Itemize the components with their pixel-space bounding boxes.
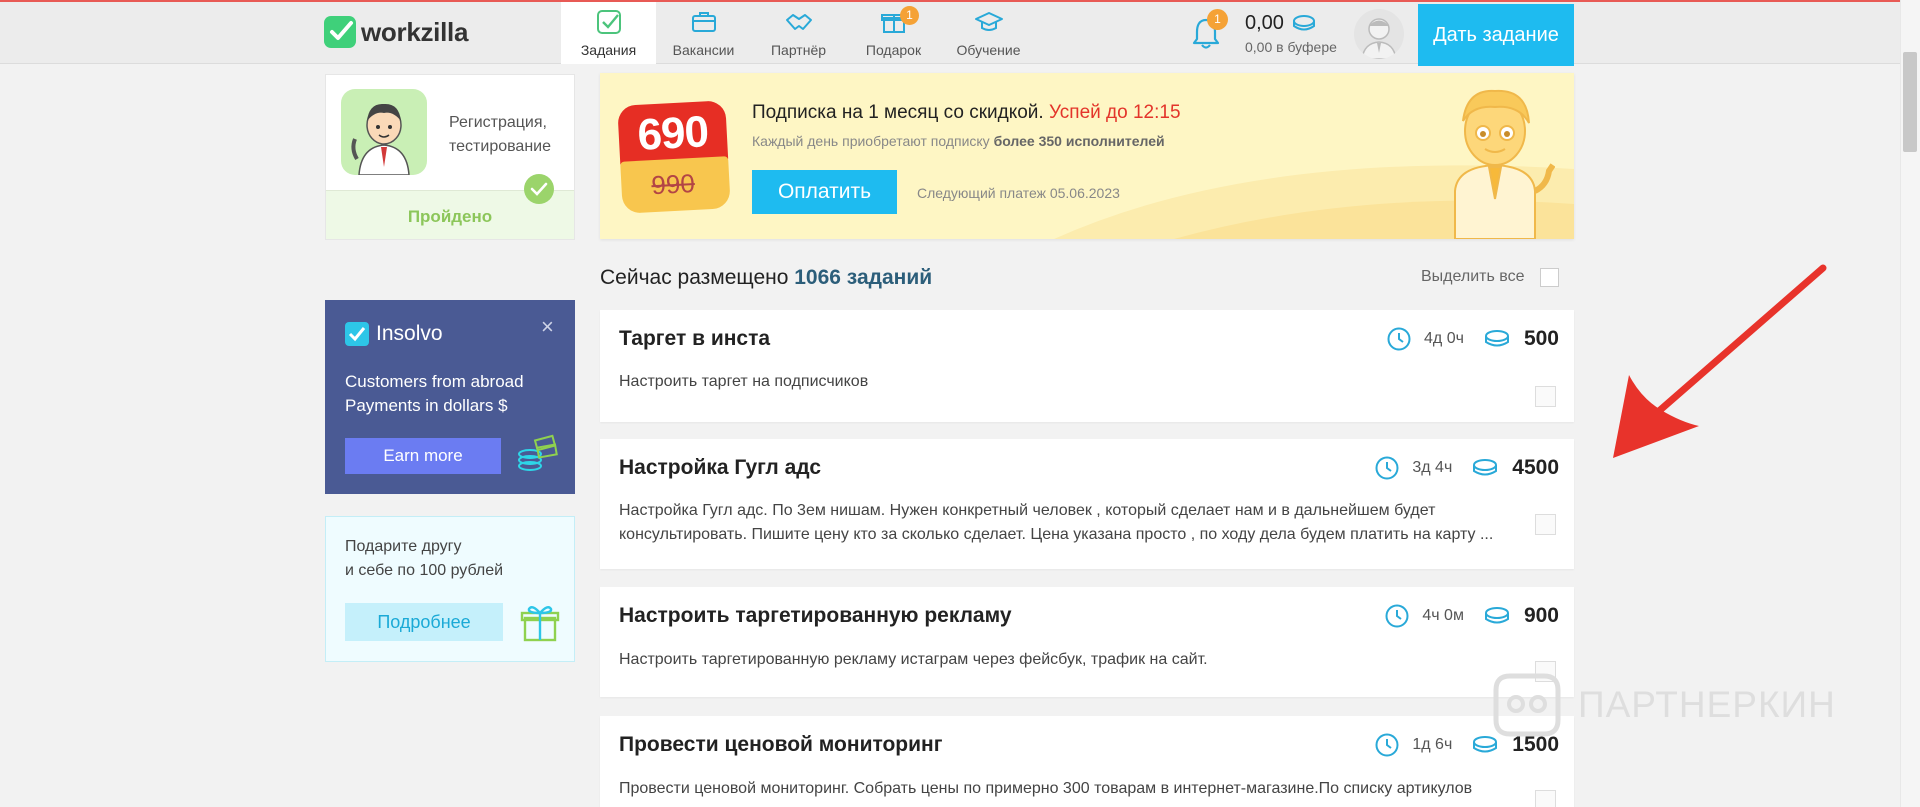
price-new: 690 bbox=[636, 107, 710, 160]
coins-icon bbox=[1484, 330, 1509, 347]
nav-learning[interactable]: Обучение bbox=[941, 2, 1036, 64]
coins-icon bbox=[1484, 607, 1509, 624]
watermark-text: ПАРТНЕРКИН bbox=[1578, 684, 1836, 725]
task-checkbox[interactable] bbox=[1535, 514, 1556, 535]
select-all-label[interactable]: Выделить все bbox=[1421, 268, 1524, 286]
tasks-count-value: 1066 заданий bbox=[794, 266, 933, 289]
nav-learning-label: Обучение bbox=[956, 42, 1021, 58]
clock-icon bbox=[1385, 604, 1409, 628]
task-price: 900 bbox=[1523, 604, 1559, 627]
header: workzilla Задания Вакансии Партнёр 1 Под… bbox=[0, 2, 1900, 66]
task-description: Настройка Гугл адс. По 3ем нишам. Нужен … bbox=[619, 502, 1494, 543]
give-task-button[interactable]: Дать задание bbox=[1418, 4, 1574, 66]
insolvo-check-icon bbox=[345, 322, 369, 346]
watermark-logo-icon bbox=[1493, 673, 1561, 737]
handshake-icon bbox=[785, 14, 812, 30]
nav-tasks[interactable]: Задания bbox=[561, 2, 656, 64]
gift-line1: Подарите другу bbox=[345, 538, 462, 555]
select-all-checkbox[interactable] bbox=[1540, 268, 1559, 287]
user-avatar[interactable] bbox=[1354, 9, 1404, 59]
check-icon bbox=[524, 174, 554, 204]
registration-card: Регистрация, тестирование Пройдено bbox=[325, 74, 575, 240]
scrollbar-thumb[interactable] bbox=[1903, 52, 1917, 152]
task-time: 4ч 0м bbox=[1422, 607, 1464, 624]
logo-check-icon bbox=[324, 16, 356, 48]
promo-deadline: Успей до 12:15 bbox=[1048, 102, 1181, 123]
nav-gift[interactable]: 1 Подарок bbox=[846, 2, 941, 64]
balance[interactable]: 0,00 0,00 в буфере bbox=[1245, 12, 1337, 55]
task-title[interactable]: Настройка Гугл адс bbox=[619, 456, 821, 480]
coins-icon bbox=[1292, 14, 1315, 30]
insolvo-line2: Payments in dollars $ bbox=[345, 396, 508, 415]
task-price: 4500 bbox=[1512, 456, 1559, 479]
task-card[interactable]: Таргет в инста 4д 0ч 500 Настроить тарге… bbox=[600, 310, 1574, 422]
task-time: 4д 0ч bbox=[1424, 330, 1464, 347]
task-time: 1д 6ч bbox=[1412, 736, 1453, 753]
nav-partner-label: Партнёр bbox=[770, 42, 827, 58]
coin-stack-icon bbox=[518, 434, 558, 471]
task-title[interactable]: Таргет в инста bbox=[619, 327, 770, 351]
tasks-icon bbox=[596, 10, 621, 34]
clock-icon bbox=[1375, 456, 1399, 480]
briefcase-icon bbox=[691, 12, 716, 32]
task-card[interactable]: Настроить таргетированную рекламу 4ч 0м … bbox=[600, 587, 1574, 697]
registration-line1: Регистрация, bbox=[449, 114, 547, 131]
clock-icon bbox=[1387, 327, 1411, 351]
annotation-arrow-icon bbox=[1613, 264, 1827, 458]
earn-more-button[interactable]: Earn more bbox=[345, 438, 501, 474]
nav-tasks-label: Задания bbox=[580, 42, 637, 58]
tasks-count-prefix: Сейчас размещено bbox=[600, 266, 789, 289]
task-card[interactable]: Настройка Гугл адс 3д 4ч 4500 Настройка … bbox=[600, 439, 1574, 569]
tasks-count: Сейчас размещено 1066 заданий bbox=[600, 266, 932, 290]
invite-friend-card: Подарите другу и себе по 100 рублей Подр… bbox=[325, 516, 575, 662]
task-title[interactable]: Провести ценовой мониторинг bbox=[619, 733, 942, 757]
nav-partner[interactable]: Партнёр bbox=[751, 2, 846, 64]
balance-buffer: 0,00 в буфере bbox=[1245, 39, 1337, 55]
promo-subtitle-text: Каждый день приобретают подписку bbox=[752, 133, 990, 149]
details-button[interactable]: Подробнее bbox=[345, 603, 503, 641]
watermark: ПАРТНЕРКИН bbox=[1490, 670, 1836, 740]
nav-vacancies-label: Вакансии bbox=[672, 42, 735, 58]
task-checkbox[interactable] bbox=[1535, 790, 1556, 807]
logo-text: workzilla bbox=[361, 16, 469, 47]
next-payment-date: Следующий платеж 05.06.2023 bbox=[917, 185, 1120, 201]
task-description: Настроить таргетированную рекламу истагр… bbox=[619, 651, 1208, 668]
close-icon[interactable]: × bbox=[541, 314, 554, 340]
price-tag: 690 990 bbox=[617, 100, 731, 214]
gift-box-icon bbox=[520, 606, 560, 642]
subscription-banner: 690 990 Подписка на 1 месяц со скидкой. … bbox=[600, 73, 1574, 239]
promo-title-text: Подписка на 1 месяц со скидкой. bbox=[752, 102, 1044, 123]
task-title[interactable]: Настроить таргетированную рекламу bbox=[619, 604, 1012, 628]
main-nav: Задания Вакансии Партнёр 1 Подарок Обуче… bbox=[561, 2, 1036, 64]
task-time: 3д 4ч bbox=[1412, 459, 1453, 476]
task-card[interactable]: Провести ценовой мониторинг 1д 6ч 1500 П… bbox=[600, 716, 1574, 807]
registration-line2: тестирование bbox=[449, 138, 551, 155]
promo-title: Подписка на 1 месяц со скидкой. Успей до… bbox=[752, 102, 1181, 124]
balance-amount: 0,00 bbox=[1245, 12, 1284, 34]
notification-badge: 1 bbox=[1207, 9, 1228, 30]
graduation-cap-icon bbox=[974, 12, 1003, 31]
insolvo-logo: Insolvo bbox=[345, 322, 443, 346]
coins-icon bbox=[1473, 459, 1498, 476]
task-description: Настроить таргет на подписчиков bbox=[619, 373, 869, 390]
pay-button[interactable]: Оплатить bbox=[752, 170, 897, 214]
insolvo-ad: Insolvo × Customers from abroad Payments… bbox=[325, 300, 575, 494]
promo-subtitle-bold: более 350 исполнителей bbox=[993, 133, 1165, 149]
gift-badge: 1 bbox=[900, 6, 919, 25]
nav-gift-label: Подарок bbox=[865, 42, 922, 58]
task-checkbox[interactable] bbox=[1535, 386, 1556, 407]
task-description: Провести ценовой мониторинг. Собрать цен… bbox=[619, 780, 1473, 797]
logo[interactable]: workzilla bbox=[324, 16, 468, 48]
insolvo-line1: Customers from abroad bbox=[345, 372, 524, 391]
mascot-illustration bbox=[1454, 89, 1555, 239]
insolvo-logo-text: Insolvo bbox=[376, 322, 443, 345]
clock-icon bbox=[1375, 733, 1399, 757]
gift-line2: и себе по 100 рублей bbox=[345, 562, 504, 579]
task-price: 500 bbox=[1523, 327, 1559, 350]
nav-vacancies[interactable]: Вакансии bbox=[656, 2, 751, 64]
price-old: 990 bbox=[650, 167, 696, 201]
promo-subtitle: Каждый день приобретают подписку более 3… bbox=[752, 133, 1165, 149]
mascot-avatar bbox=[341, 89, 427, 175]
